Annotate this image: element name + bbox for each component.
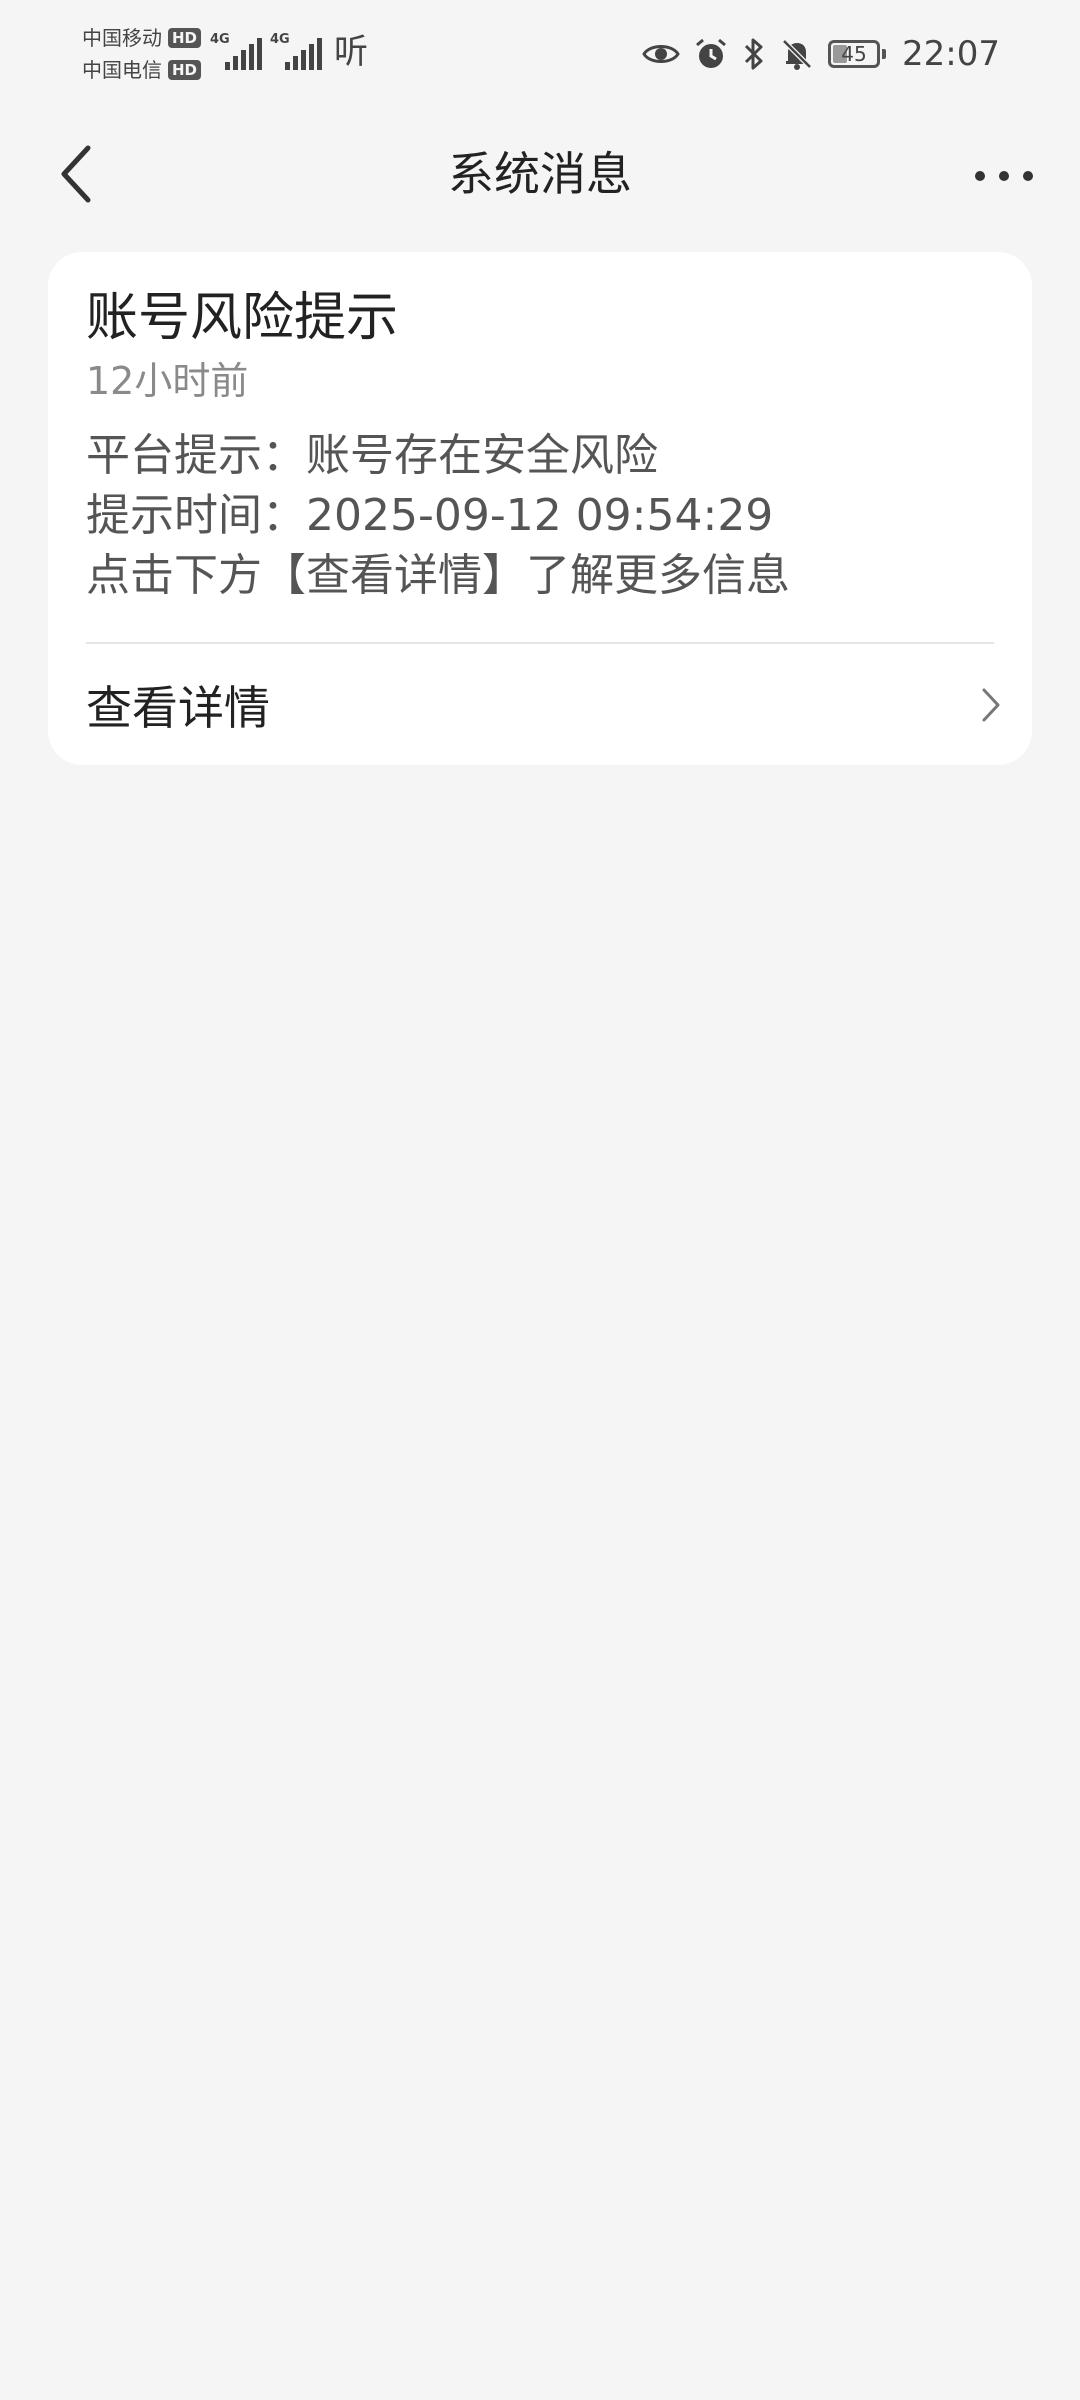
more-dots-icon — [974, 167, 1034, 186]
alarm-icon — [694, 37, 728, 71]
status-icons: 45 22:07 — [642, 28, 1000, 80]
bluetooth-icon — [742, 37, 766, 71]
carrier-name: 中国电信 — [82, 58, 162, 82]
hd-badge: HD — [168, 28, 202, 48]
message-body: 平台提示：账号存在安全风险 提示时间：2025-09-12 09:54:29 点… — [86, 426, 996, 606]
bell-off-icon — [780, 37, 814, 71]
message-card: 账号风险提示 12小时前 平台提示：账号存在安全风险 提示时间：2025-09-… — [48, 252, 1032, 765]
listen-icon: 听 — [334, 32, 368, 72]
chevron-right-icon — [980, 686, 1002, 724]
carrier-name: 中国移动 — [82, 26, 162, 50]
view-details-label: 查看详情 — [86, 680, 270, 735]
carrier-info: 中国移动 HD 中国电信 HD — [82, 22, 202, 86]
carrier-row-2: 中国电信 HD — [82, 54, 202, 86]
view-details-button[interactable]: 查看详情 — [86, 644, 1002, 765]
message-time: 12小时前 — [86, 359, 249, 403]
carrier-row-1: 中国移动 HD — [82, 22, 202, 54]
signal-indicators: 4G 4G 听 — [210, 32, 368, 72]
eye-icon — [642, 39, 680, 69]
message-line: 平台提示：账号存在安全风险 — [86, 430, 658, 481]
page-title: 系统消息 — [448, 147, 632, 201]
title-bar: 系统消息 — [0, 120, 1080, 230]
battery-level: 45 — [841, 42, 867, 66]
status-time: 22:07 — [902, 34, 1000, 74]
message-line: 点击下方【查看详情】了解更多信息 — [86, 550, 790, 601]
more-options-button[interactable] — [968, 140, 1040, 212]
message-title: 账号风险提示 — [86, 288, 399, 348]
battery-icon: 45 — [828, 40, 887, 68]
hd-badge: HD — [168, 60, 202, 80]
status-bar: 中国移动 HD 中国电信 HD 4G 4G 听 45 22:07 — [0, 0, 1080, 110]
message-line: 提示时间：2025-09-12 09:54:29 — [86, 490, 774, 541]
screen: 中国移动 HD 中国电信 HD 4G 4G 听 45 22:07 系统消息 账号… — [0, 0, 1080, 2400]
signal-2-icon: 4G — [270, 32, 322, 72]
signal-1-icon: 4G — [210, 32, 262, 72]
